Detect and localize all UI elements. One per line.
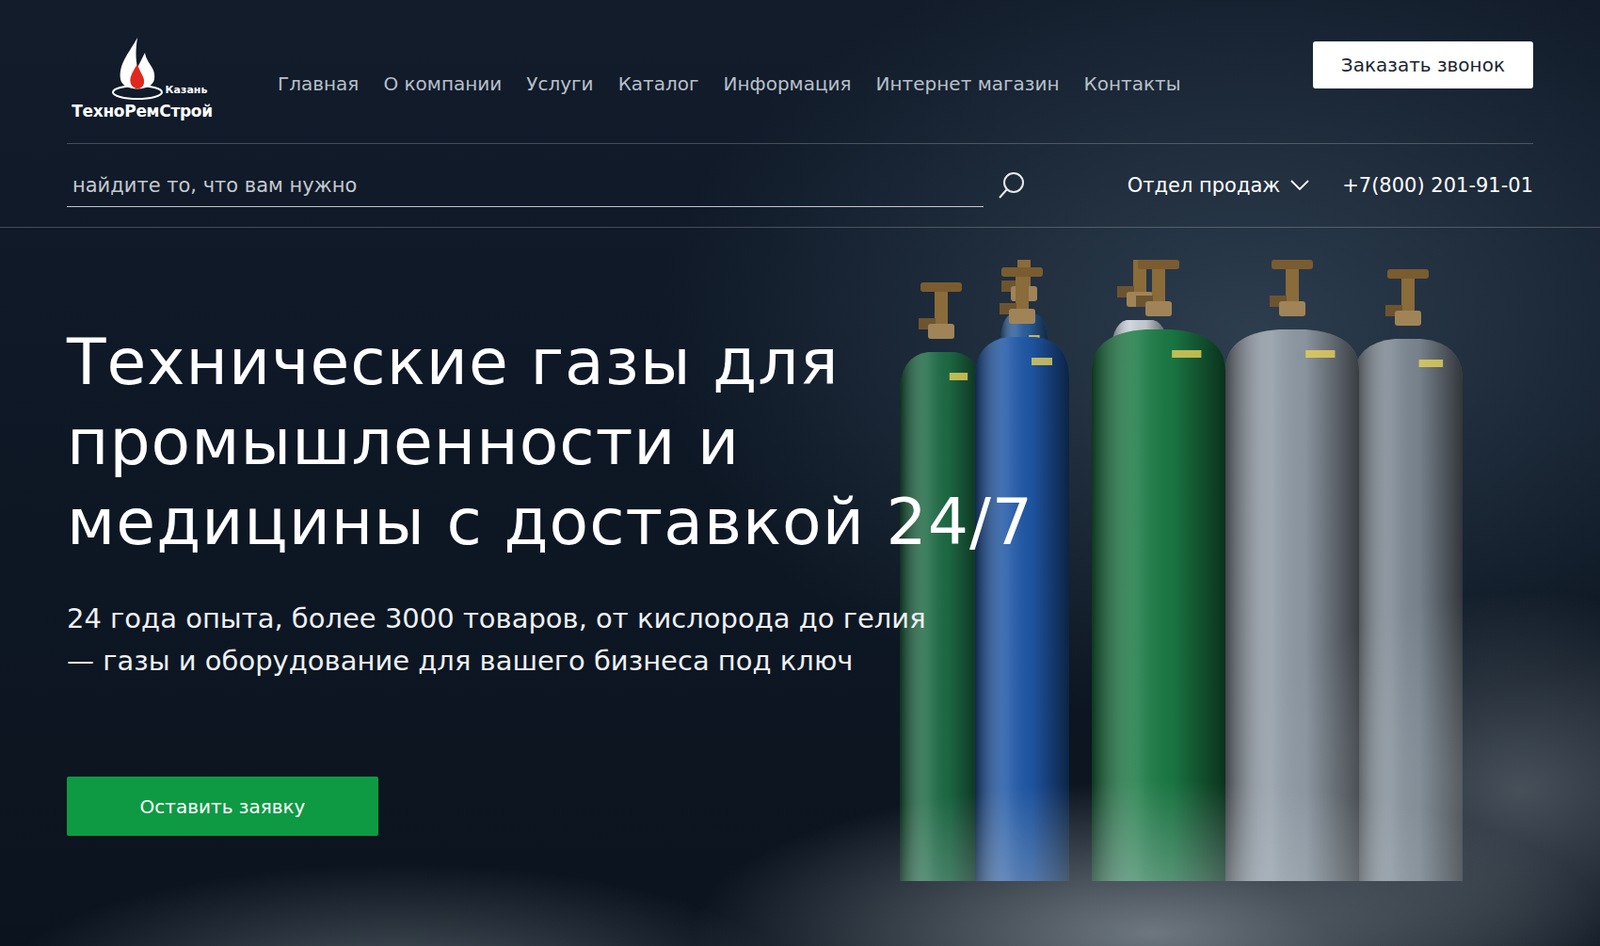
nav-item[interactable]: Информация [723,72,852,96]
hero-subtitle: 24 года опыта, более 3000 товаров, от ки… [66,597,1534,683]
header-divider [0,226,1600,228]
chevron-down-icon [1289,178,1311,192]
flame-logo-icon [111,35,164,102]
logo-city: Казань [165,83,208,96]
search-icon[interactable] [996,170,1027,201]
nav-item[interactable]: Каталог [618,72,700,96]
sales-contacts: Отдел продаж +7(800) 201-91-01 [1127,174,1534,197]
callback-button[interactable]: Заказать звонок [1312,41,1534,89]
logo-name: ТехноРемСтрой [71,101,213,121]
search-input[interactable] [66,164,984,208]
hero: Технические газы дляпромышленности имеди… [0,227,1600,946]
nav-item[interactable]: О компании [383,72,502,96]
nav-item[interactable]: Услуги [526,72,593,96]
main-nav: Главная О компании Услуги Каталог Информация… [277,72,1313,96]
apply-button[interactable]: Оставить заявку [66,776,379,836]
header: Казань ТехноРемСтрой Главная О компании Услу… [0,0,1600,227]
sales-dropdown[interactable]: Отдел продаж [1127,174,1312,197]
nav-item[interactable]: Главная [277,72,359,96]
nav-item[interactable]: Интернет магазин [876,72,1060,96]
logo[interactable]: Казань ТехноРемСтрой [66,35,218,121]
search-box [66,164,1027,208]
search-bar: Отдел продаж +7(800) 201-91-01 [66,144,1534,227]
phone-link[interactable]: +7(800) 201-91-01 [1342,174,1534,197]
nav-item[interactable]: Контакты [1083,72,1181,96]
page: Казань ТехноРемСтрой Главная О компании Услу… [0,0,1600,946]
hero-title: Технические газы дляпромышленности имеди… [66,321,1534,562]
top-bar: Казань ТехноРемСтрой Главная О компании Услу… [66,0,1534,144]
hero-content: Технические газы дляпромышленности имеди… [66,321,1534,836]
logo-mark: Казань [111,35,208,102]
gas-cylinders-picture [896,259,1471,881]
